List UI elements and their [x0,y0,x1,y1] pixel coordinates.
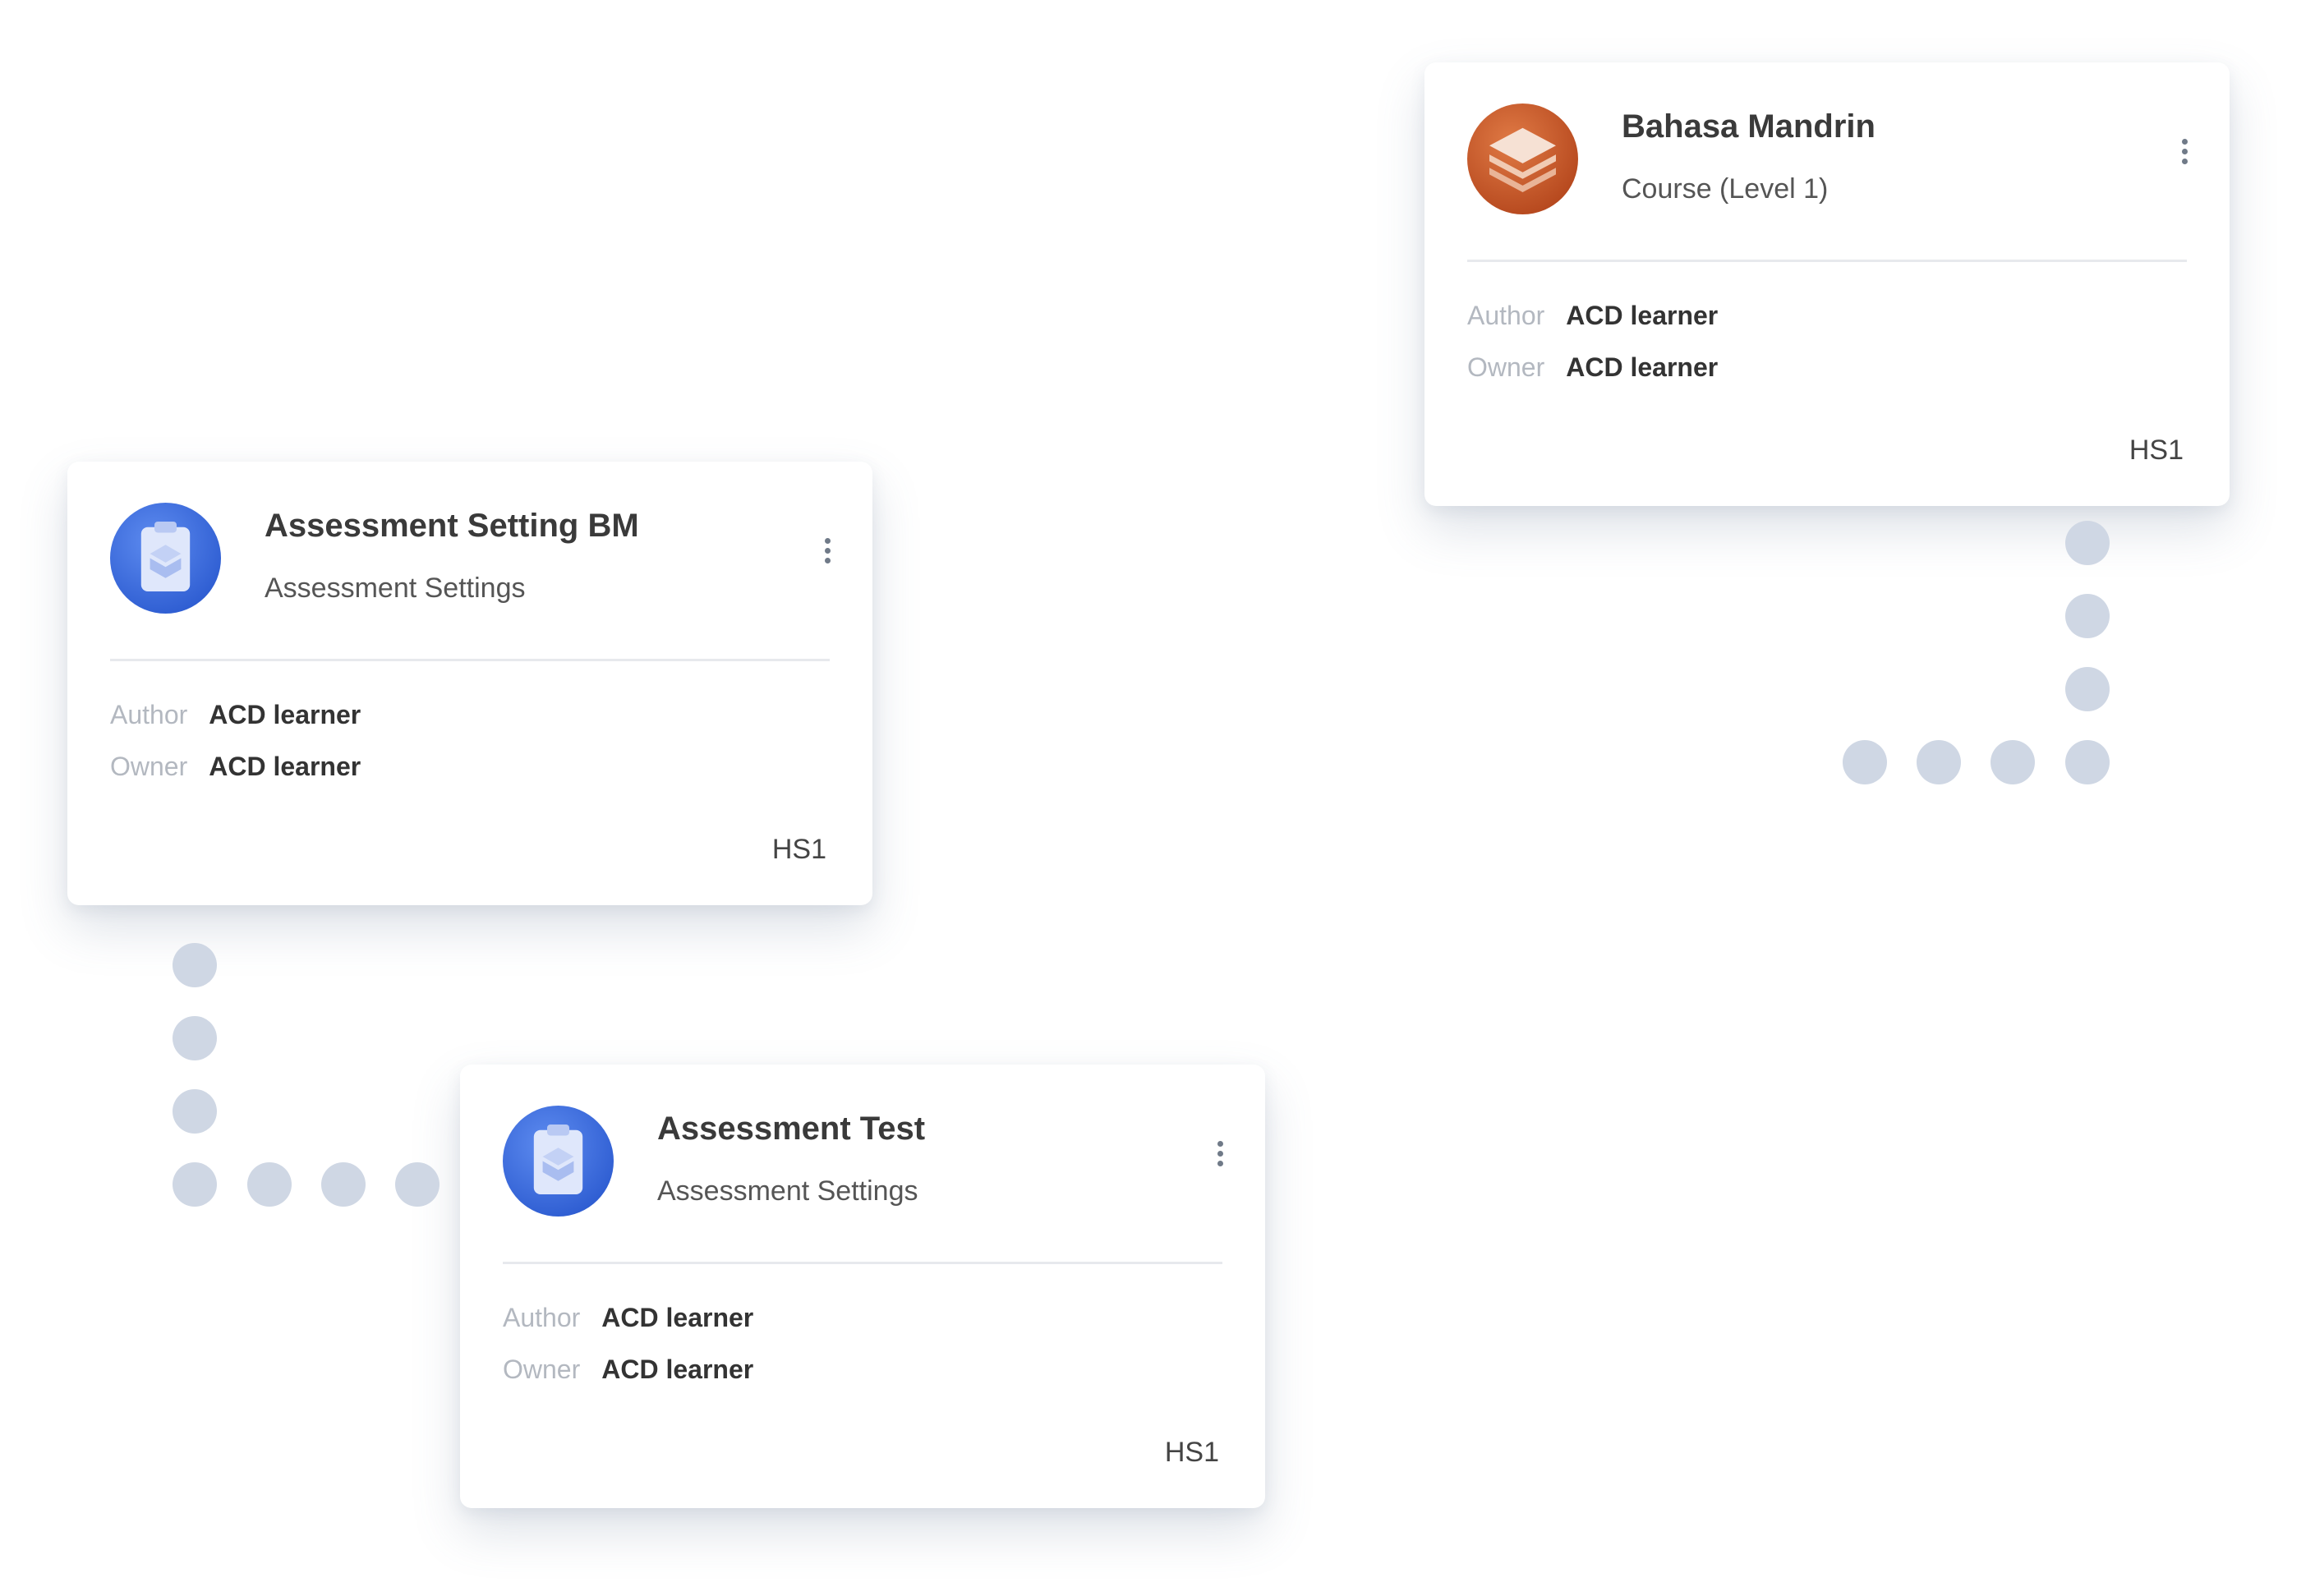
connector-dot [1991,740,2035,784]
connector-dot [2065,521,2110,565]
owner-label: Owner [503,1355,581,1384]
content-card-bahasa-mandrin[interactable]: Bahasa Mandrin Course (Level 1) Author AC… [1424,62,2230,506]
clipboard-icon [110,503,221,614]
author-label: Author [110,700,188,729]
connector-dot [2065,740,2110,784]
owner-row: Owner ACD learner [1467,352,1718,383]
owner-value: ACD learner [209,752,361,781]
author-row: Author ACD learner [503,1303,753,1333]
card-title: Assessment Test [657,1111,926,1147]
owner-row: Owner ACD learner [110,752,361,782]
connector-dot [2065,667,2110,711]
more-options-icon[interactable] [2172,135,2197,184]
author-value: ACD learner [1566,301,1719,330]
content-card-assessment-setting-bm[interactable]: Assessment Setting BM Assessment Setting… [67,462,872,905]
author-row: Author ACD learner [110,700,361,730]
card-title: Assessment Setting BM [265,508,639,544]
owner-value: ACD learner [601,1355,754,1384]
card-title: Bahasa Mandrin [1622,108,1875,145]
connector-dot [321,1162,366,1207]
owner-value: ACD learner [1566,352,1719,382]
author-row: Author ACD learner [1467,301,1718,331]
clipboard-icon [503,1106,614,1217]
divider [1467,260,2187,262]
layers-icon [1467,103,1578,214]
connector-dot [173,1089,217,1134]
content-card-assessment-test[interactable]: Assessment Test Assessment Settings Auth… [460,1065,1265,1508]
author-value: ACD learner [601,1303,754,1332]
owner-row: Owner ACD learner [503,1355,753,1385]
owner-label: Owner [1467,352,1545,382]
card-code: HS1 [771,834,826,865]
divider [110,659,830,661]
divider [503,1262,1222,1264]
connector-dot [173,1016,217,1060]
author-value: ACD learner [209,700,361,729]
card-code: HS1 [1164,1437,1219,1468]
card-subtitle: Course (Level 1) [1622,173,1829,205]
card-code: HS1 [2129,435,2184,466]
card-subtitle: Assessment Settings [265,573,526,604]
connector-dot [395,1162,440,1207]
author-label: Author [1467,301,1545,330]
connector-dot [1843,740,1887,784]
connector-dot [247,1162,292,1207]
owner-label: Owner [110,752,188,781]
more-options-icon[interactable] [1208,1137,1232,1186]
author-label: Author [503,1303,581,1332]
connector-dot [173,943,217,987]
connector-dot [173,1162,217,1207]
more-options-icon[interactable] [815,534,840,583]
card-subtitle: Assessment Settings [657,1175,918,1207]
connector-dot [1917,740,1961,784]
connector-dot [2065,594,2110,638]
